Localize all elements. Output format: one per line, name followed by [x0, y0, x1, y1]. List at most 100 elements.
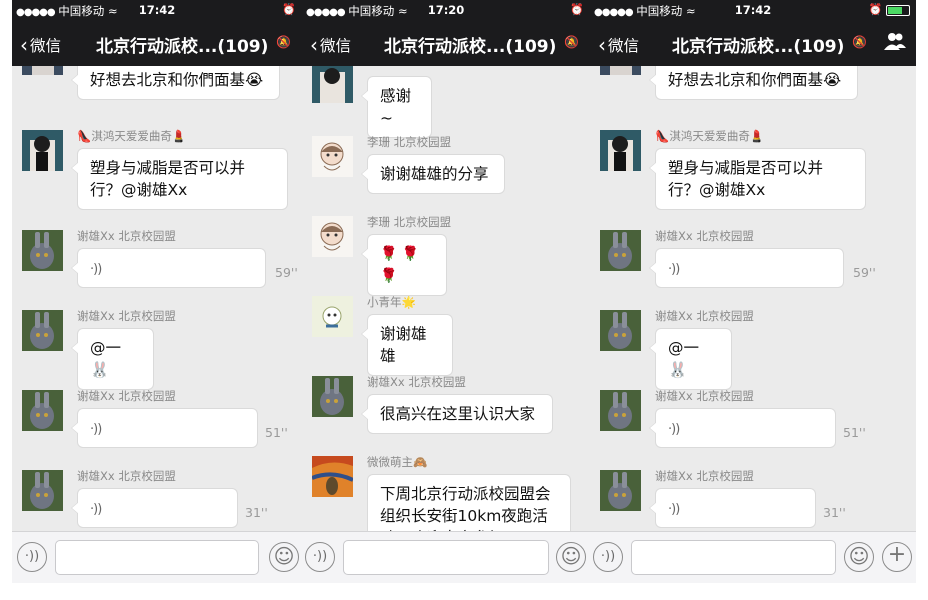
sender-name: 小青年🌟 [367, 295, 416, 309]
voice-wave-icon: ·)) [90, 422, 102, 437]
message-list[interactable]: 好想去北京和你們面基😭 👠淇鸿天爱爱曲奇💄 塑身与减脂是否可以并行？@谢雄Xx … [12, 66, 302, 531]
nav-bar: ‹ 微信 北京行动派校...(109) 🔕 [12, 20, 302, 66]
voice-message-bubble[interactable]: ·)) [649, 248, 844, 288]
status-bar: ●●●●● 中国移动 ≈ 17:20 ⏰ [302, 0, 590, 20]
sender-name: 微微萌主🙈 [367, 455, 428, 469]
back-button[interactable]: ‹ 微信 [598, 32, 639, 57]
sender-name: 谢雄Xx 北京校园盟 [655, 469, 754, 483]
voice-duration: 31'' [245, 505, 268, 520]
back-label: 微信 [30, 37, 62, 55]
voice-message-bubble[interactable]: ·)) [649, 408, 836, 448]
avatar[interactable] [22, 130, 63, 171]
message-bubble[interactable]: 塑身与减脂是否可以并行？@谢雄Xx [649, 148, 866, 210]
signal-dots: ●●●●● [306, 7, 346, 18]
sender-name: 👠淇鸿天爱爱曲奇💄 [655, 129, 765, 143]
back-button[interactable]: ‹ 微信 [20, 32, 62, 57]
back-label: 微信 [320, 37, 352, 55]
emoji-button[interactable]: ☺ [269, 542, 299, 572]
carrier-name: 中国移动 [348, 4, 395, 18]
status-bar: ●●●●● 中国移动 ≈ 17:42 ⏰ [12, 0, 302, 20]
avatar[interactable] [312, 136, 353, 177]
chat-title: 北京行动派校...(109) [672, 37, 845, 57]
message-bubble[interactable]: 很高兴在这里认识大家 [361, 394, 553, 434]
group-members-icon[interactable] [884, 32, 906, 50]
voice-input-button[interactable]: ·)) [305, 542, 335, 572]
signal-dots: ●●●●● [594, 7, 634, 18]
alarm-icon: ⏰ [868, 3, 883, 16]
message-list[interactable]: 感谢~ 李珊 北京校园盟 谢谢雄雄的分享 李珊 北京校园盟 🌹 🌹 🌹 小青年🌟… [302, 66, 590, 531]
sender-name: 谢雄Xx 北京校园盟 [655, 229, 754, 243]
sender-name: 谢雄Xx 北京校园盟 [77, 309, 176, 323]
mute-icon: 🔕 [564, 35, 579, 49]
message-bubble[interactable]: @一 🐰 [71, 328, 154, 390]
message-bubble[interactable]: 好想去北京和你們面基😭 [71, 66, 280, 100]
battery-level [888, 6, 902, 14]
chat-screen-3: ●●●●● 中国移动 ≈ 17:42 ⏰ ‹ 微信 北京行动派校...(109) … [590, 0, 916, 583]
avatar[interactable] [22, 66, 63, 75]
sender-name: 谢雄Xx 北京校园盟 [77, 469, 176, 483]
voice-wave-icon: ·)) [668, 502, 680, 517]
avatar[interactable] [312, 456, 353, 497]
message-bubble[interactable]: @一 🐰 [649, 328, 732, 390]
nav-bar: ‹ 微信 北京行动派校...(109) 🔕 [302, 20, 590, 66]
message-bubble[interactable]: 塑身与减脂是否可以并行？@谢雄Xx [71, 148, 288, 210]
avatar[interactable] [312, 66, 353, 103]
voice-input-button[interactable]: ·)) [17, 542, 47, 572]
voice-message-bubble[interactable]: ·)) [71, 248, 266, 288]
emoji-button[interactable]: ☺ [556, 542, 586, 572]
carrier-name: 中国移动 [58, 4, 105, 18]
message-bubble[interactable]: 下周北京行动派校园盟会组织长安街10km夜跑活动，欢迎大家参加 [367, 474, 571, 531]
message-bubble[interactable]: 谢谢雄雄的分享 [361, 154, 505, 194]
chevron-left-icon: ‹ [310, 33, 318, 57]
avatar[interactable] [600, 66, 641, 75]
avatar[interactable] [600, 230, 641, 271]
avatar[interactable] [22, 310, 63, 351]
sender-name: 谢雄Xx 北京校园盟 [655, 309, 754, 323]
avatar[interactable] [22, 230, 63, 271]
avatar[interactable] [22, 470, 63, 511]
triptych-screenshots: ●●●●● 中国移动 ≈ 17:42 ⏰ ‹ 微信 北京行动派校...(109) … [0, 0, 928, 600]
status-time: 17:42 [734, 3, 772, 17]
voice-message-bubble[interactable]: ·)) [71, 488, 238, 528]
avatar[interactable] [312, 216, 353, 257]
avatar[interactable] [312, 296, 353, 337]
avatar[interactable] [600, 390, 641, 431]
wifi-icon: ≈ [397, 4, 408, 18]
message-bubble[interactable]: 感谢~ [361, 76, 432, 138]
sender-name: 谢雄Xx 北京校园盟 [367, 375, 466, 389]
avatar[interactable] [22, 390, 63, 431]
message-list[interactable]: 好想去北京和你們面基😭 👠淇鸿天爱爱曲奇💄 塑身与减脂是否可以并行？@谢雄Xx … [590, 66, 916, 531]
alarm-icon: ⏰ [570, 3, 584, 16]
input-toolbar: ·)) ☺ [12, 531, 302, 583]
back-button[interactable]: ‹ 微信 [310, 32, 352, 57]
avatar[interactable] [600, 130, 641, 171]
sender-name: 谢雄Xx 北京校园盟 [77, 229, 176, 243]
message-input[interactable] [55, 540, 259, 575]
avatar[interactable] [312, 376, 353, 417]
chat-screen-1: ●●●●● 中国移动 ≈ 17:42 ⏰ ‹ 微信 北京行动派校...(109) … [12, 0, 302, 583]
avatar[interactable] [600, 310, 641, 351]
emoji-button[interactable]: ☺ [844, 542, 874, 572]
chat-title: 北京行动派校...(109) [384, 37, 557, 57]
chevron-left-icon: ‹ [598, 33, 606, 57]
sender-name: 李珊 北京校园盟 [367, 135, 452, 149]
sender-name: 👠淇鸿天爱爱曲奇💄 [77, 129, 187, 143]
voice-wave-icon: ·)) [90, 262, 102, 277]
carrier-signal: ●●●●● 中国移动 ≈ [594, 3, 696, 19]
wifi-icon: ≈ [685, 4, 696, 18]
voice-message-bubble[interactable]: ·)) [649, 488, 816, 528]
voice-duration: 51'' [843, 425, 866, 440]
voice-duration: 51'' [265, 425, 288, 440]
more-plus-button[interactable]: + [882, 542, 912, 572]
message-input[interactable] [343, 540, 549, 575]
voice-message-bubble[interactable]: ·)) [71, 408, 258, 448]
message-bubble[interactable]: 谢谢雄雄 [361, 314, 453, 376]
avatar[interactable] [600, 470, 641, 511]
input-toolbar: ·)) ☺ [302, 531, 590, 583]
message-bubble[interactable]: 好想去北京和你們面基😭 [649, 66, 858, 100]
sender-name: 李珊 北京校园盟 [367, 215, 452, 229]
message-input[interactable] [631, 540, 836, 575]
message-bubble[interactable]: 🌹 🌹 🌹 [361, 234, 447, 296]
mute-icon: 🔕 [852, 35, 867, 49]
voice-input-button[interactable]: ·)) [593, 542, 623, 572]
